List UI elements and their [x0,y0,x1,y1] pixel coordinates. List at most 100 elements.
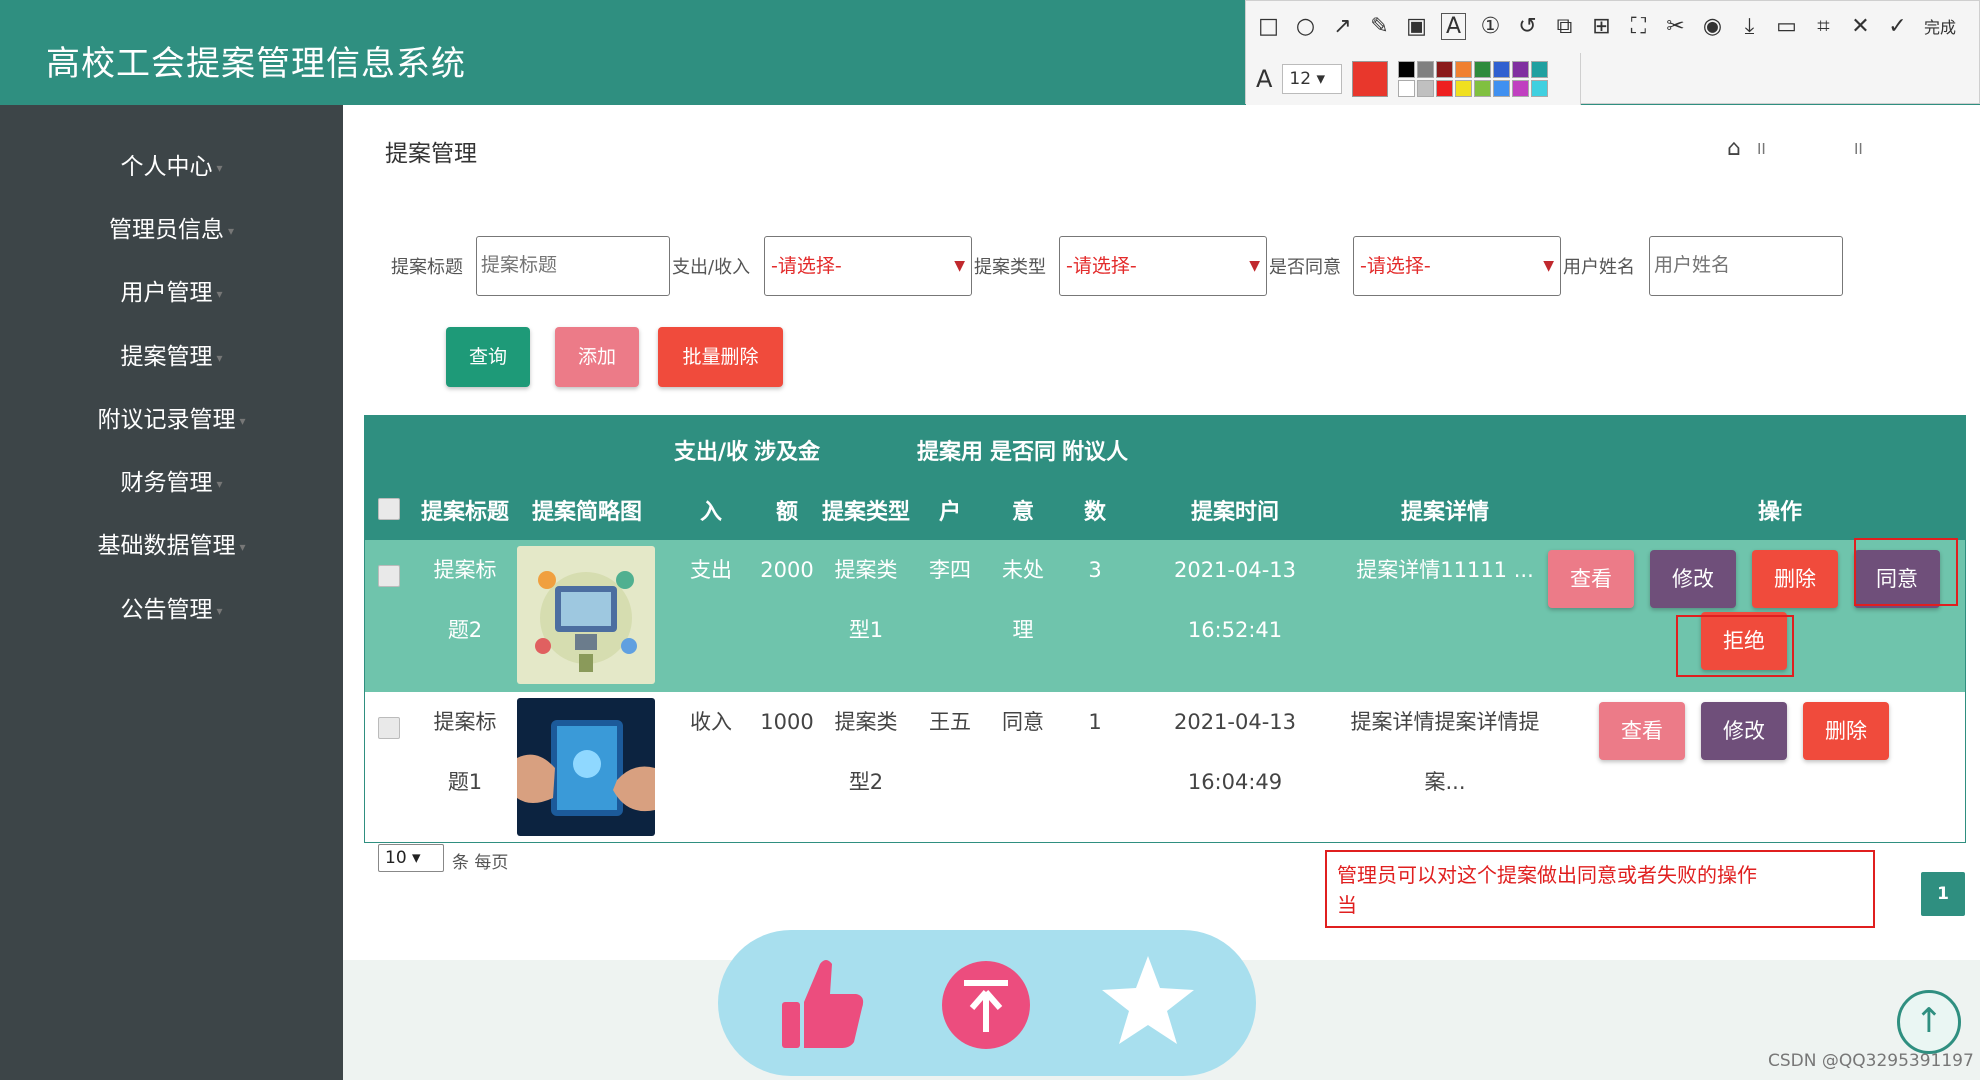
color-swatch[interactable] [1531,61,1549,78]
pen-tool-icon[interactable]: ✎ [1367,14,1392,39]
color-swatch[interactable] [1436,80,1454,97]
sidebar-item-proposals[interactable]: 提案管理 ▾ [0,332,343,382]
user-search-input[interactable] [1649,236,1843,296]
star-icon[interactable] [1100,950,1196,1056]
title-search-input[interactable] [476,236,670,296]
chevron-down-icon: ▼ [1543,258,1554,274]
mosaic-tool-icon[interactable]: ▣ [1404,14,1429,39]
col-count-header: 附议人 [1061,440,1128,465]
query-button[interactable]: 查询 [446,327,530,387]
toolbar-tools-row: □ ○ ↗ ✎ ▣ A ① ↺ ⧉ ⊞ ⛶ ✂ ◉ ⤓ ▭ ⌗ ✕ ✓ 完成 [1246,1,1980,51]
cell-detail: 提案详情11111 ... [1356,558,1534,582]
translate-icon[interactable]: ⊞ [1589,14,1614,39]
home-icon[interactable]: ⌂ [1727,136,1741,161]
crop-icon[interactable]: ⧉ [1552,14,1577,39]
cell-title-2: 题1 [447,770,483,794]
sidebar: 个人中心 ▾ 管理员信息 ▾ 用户管理 ▾ 提案管理 ▾ 附议记录管理 ▾ 财务管理 ▾ 基… [0,105,343,1080]
col-detail-header: 提案详情 [1400,500,1489,525]
sidebar-item-finance[interactable]: 财务管理 ▾ [0,458,343,508]
delete-button[interactable]: 删除 [1803,702,1889,760]
cell-detail-2: 案... [1424,770,1466,794]
text-tool-icon[interactable]: A [1441,12,1466,40]
io-select[interactable]: -请选择- ▼ [764,236,972,296]
batch-delete-button[interactable]: 批量删除 [658,327,783,387]
app-title: 高校工会提案管理信息系统 [46,44,466,84]
proposal-thumbnail[interactable] [517,698,655,836]
color-swatch[interactable] [1493,61,1511,78]
title-filter-label: 提案标题 [391,257,463,278]
shopping-illustration-image [517,546,655,684]
color-palette [1398,61,1549,97]
sidebar-item-users[interactable]: 用户管理 ▾ [0,268,343,318]
annotation-box-reject [1676,615,1794,677]
bookmark-icon[interactable]: ⌗ [1811,14,1836,39]
color-swatch[interactable] [1531,80,1549,97]
font-size-value: 12 [1289,69,1312,89]
rectangle-tool-icon[interactable]: □ [1256,14,1281,39]
cell-title: 提案标 [433,558,497,582]
annotation-note-line1: 管理员可以对这个提案做出同意或者失败的操作 [1337,863,1757,887]
col-count-header-2: 数 [1083,500,1106,525]
sidebar-item-profile[interactable]: 个人中心 ▾ [0,142,343,192]
done-label[interactable]: 完成 [1924,14,1956,38]
current-color-swatch[interactable] [1352,61,1389,97]
sidebar-item-label: 基础数据管理 [97,533,236,559]
col-ops-header: 操作 [1757,500,1802,525]
sidebar-item-label: 提案管理 [120,344,213,370]
arrow-tool-icon[interactable]: ↗ [1330,14,1355,39]
page-size-select[interactable]: 10 ▾ [378,844,444,872]
type-filter-label: 提案类型 [974,257,1046,278]
color-swatch[interactable] [1474,80,1492,97]
table-header: 提案标题 提案简略图 支出/收 入 涉及金 额 提案类型 提案用 户 是否同 意… [365,416,1965,540]
edit-button[interactable]: 修改 [1701,702,1787,760]
color-swatch[interactable] [1398,80,1416,97]
row-checkbox[interactable] [378,717,400,739]
save-icon[interactable]: ▭ [1774,14,1799,39]
col-image-header: 提案简略图 [531,500,642,525]
sidebar-item-seconding[interactable]: 附议记录管理 ▾ [0,395,343,445]
add-button[interactable]: 添加 [555,327,639,387]
select-all-checkbox[interactable] [378,498,400,520]
color-swatch[interactable] [1417,80,1435,97]
sidebar-item-label: 附议记录管理 [97,407,236,433]
sidebar-item-notices[interactable]: 公告管理 ▾ [0,585,343,635]
sidebar-item-admin[interactable]: 管理员信息 ▾ [0,205,343,255]
font-size-select[interactable]: 12 ▾ [1282,64,1343,94]
color-swatch[interactable] [1417,61,1435,78]
color-swatch[interactable] [1493,80,1511,97]
page-button-current[interactable]: 1 [1921,872,1965,916]
type-select[interactable]: -请选择- ▼ [1059,236,1267,296]
back-to-top-icon[interactable]: ↑ [1897,990,1961,1054]
color-swatch[interactable] [1455,61,1473,78]
edit-button[interactable]: 修改 [1650,550,1736,608]
download-icon[interactable]: ⤓ [1737,14,1762,39]
record-icon[interactable]: ◉ [1700,14,1725,39]
ellipse-tool-icon[interactable]: ○ [1293,14,1318,39]
delete-button[interactable]: 删除 [1752,550,1838,608]
view-button[interactable]: 查看 [1548,550,1634,608]
row-checkbox[interactable] [378,565,400,587]
proposal-thumbnail[interactable] [517,546,655,684]
ocr-icon[interactable]: ⛶ [1626,14,1651,39]
view-button[interactable]: 查看 [1599,702,1685,760]
undo-icon[interactable]: ↺ [1515,14,1540,39]
thumbs-up-icon[interactable] [774,950,870,1056]
close-icon[interactable]: ✕ [1848,14,1873,39]
pin-icon[interactable]: ✂ [1663,14,1688,39]
color-swatch[interactable] [1512,61,1530,78]
color-swatch[interactable] [1436,61,1454,78]
agree-select[interactable]: -请选择- ▼ [1353,236,1561,296]
check-icon[interactable]: ✓ [1885,14,1910,39]
pin-top-icon[interactable] [938,950,1034,1056]
table-row[interactable]: 提案标 题1 收入 1000 提案类 型2 王五 同意 1 2021-04-13… [365,692,1965,842]
color-swatch[interactable] [1455,80,1473,97]
chevron-down-icon: ▼ [954,258,965,274]
chevron-down-icon: ▾ [216,286,223,301]
color-swatch[interactable] [1512,80,1530,97]
breadcrumb-separator: II [1854,140,1863,158]
color-swatch[interactable] [1474,61,1492,78]
sidebar-item-basedata[interactable]: 基础数据管理 ▾ [0,521,343,571]
color-swatch[interactable] [1398,61,1416,78]
number-tool-icon[interactable]: ① [1478,14,1503,39]
annotation-note: 管理员可以对这个提案做出同意或者失败的操作 当 [1325,850,1875,928]
